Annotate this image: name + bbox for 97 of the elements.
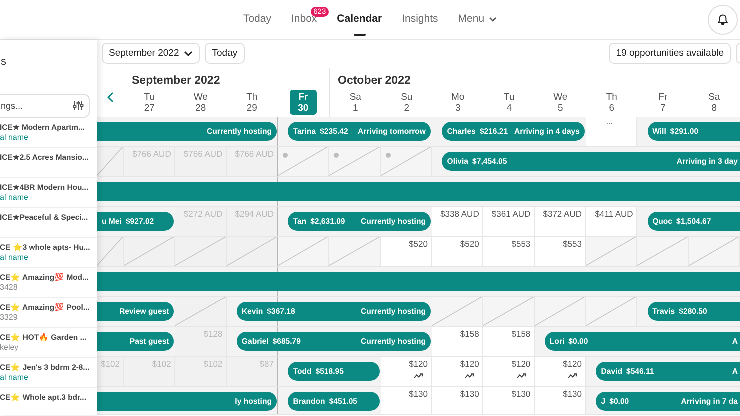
more-label[interactable]: ...: [606, 119, 613, 125]
day-cell[interactable]: $130: [534, 387, 586, 414]
blocked-day-cell[interactable]: [483, 297, 535, 326]
price-label[interactable]: $411 AUD: [595, 209, 634, 220]
price-label[interactable]: $158: [512, 329, 531, 340]
day-cell[interactable]: $158: [483, 327, 535, 356]
listing-subtitle: keley: [0, 343, 19, 353]
price-label[interactable]: $130: [512, 389, 531, 400]
price-label[interactable]: $130: [563, 389, 582, 400]
price-label[interactable]: $520: [409, 239, 428, 250]
blocked-day-cell[interactable]: [329, 237, 381, 266]
blocked-day-cell[interactable]: [226, 237, 278, 266]
filter-icon[interactable]: [73, 100, 84, 111]
month-label: September 2022: [131, 74, 222, 89]
bell-icon: [717, 14, 729, 26]
blocked-day-cell[interactable]: [175, 297, 227, 326]
price-label[interactable]: $130: [460, 389, 480, 400]
day-cell[interactable]: $158: [432, 327, 484, 356]
blocked-day-cell[interactable]: [432, 297, 484, 326]
price-label[interactable]: $130: [409, 389, 428, 400]
dot-icon: [386, 153, 391, 158]
day-header[interactable]: Sa 1: [330, 90, 382, 117]
listing-link[interactable]: al name: [0, 373, 28, 383]
blocked-day-cell[interactable]: [534, 297, 586, 326]
day-cell[interactable]: $120: [432, 357, 484, 386]
dot-icon: [334, 153, 340, 158]
blocked-day-cell[interactable]: [97, 147, 124, 176]
day-cell[interactable]: $553: [483, 237, 535, 266]
price-label[interactable]: $553: [563, 239, 582, 250]
notifications-button[interactable]: [708, 4, 738, 34]
day-header[interactable]: Fr 7: [638, 90, 689, 117]
nav-tab[interactable]: Today: [243, 6, 272, 34]
listing-subtitle: 3428: [0, 283, 18, 293]
price-label[interactable]: $361 AUD: [492, 209, 531, 220]
nav-tab[interactable]: Calendar: [337, 6, 382, 34]
day-cell[interactable]: $130: [483, 387, 535, 414]
day-header[interactable]: Fr 30: [290, 90, 317, 115]
opportunities-button[interactable]: 19 opportunities available: [609, 43, 731, 64]
month-select[interactable]: September 2022: [102, 43, 200, 64]
day-header[interactable]: Su 2: [381, 90, 432, 117]
nav-tab[interactable]: Menu: [458, 6, 497, 34]
price-label[interactable]: $120: [460, 359, 480, 370]
day-cell[interactable]: $520: [432, 237, 484, 266]
listing-subtitle: 3329: [0, 313, 18, 323]
day-cell[interactable]: $553: [534, 237, 586, 266]
day-header[interactable]: Tu 27: [124, 90, 176, 117]
blocked-day-cell[interactable]: [637, 237, 689, 266]
blocked-day-cell[interactable]: [278, 147, 330, 176]
day-header[interactable]: Th 29: [226, 90, 278, 117]
blocked-day-cell[interactable]: [175, 237, 227, 266]
day-cell[interactable]: $361 AUD: [483, 207, 535, 236]
listing-link[interactable]: al name: [0, 133, 28, 143]
price-label[interactable]: $553: [512, 239, 531, 250]
listing-link[interactable]: al name: [0, 253, 28, 263]
blocked-day-cell[interactable]: [586, 297, 638, 326]
day-cell[interactable]: $372 AUD: [534, 207, 586, 236]
day-header[interactable]: Tu 4: [484, 90, 535, 117]
price-label[interactable]: $120: [563, 359, 582, 370]
blocked-day-cell[interactable]: [329, 147, 381, 176]
price-label[interactable]: $338 AUD: [440, 209, 480, 220]
month-label: October 2022: [337, 74, 412, 89]
day-header[interactable]: We 5: [535, 90, 586, 117]
chevron-left-icon: [107, 92, 114, 103]
day-header[interactable]: We 28: [175, 90, 226, 117]
day-cell[interactable]: $411 AUD: [586, 207, 638, 236]
day-header[interactable]: Th 6: [586, 90, 638, 117]
price-label[interactable]: $120: [512, 359, 531, 370]
price-label[interactable]: $372 AUD: [543, 209, 582, 220]
blocked-day-cell[interactable]: [97, 237, 124, 266]
blocked-day-cell[interactable]: [688, 237, 740, 266]
booking-bar[interactable]: [97, 182, 740, 201]
price-label[interactable]: $520: [460, 239, 480, 250]
blocked-day-cell[interactable]: [380, 147, 432, 176]
day-cell[interactable]: $130: [432, 387, 484, 414]
listing-link[interactable]: al name: [0, 193, 28, 203]
chevron-down-icon: [184, 50, 194, 57]
nav-tab[interactable]: Insights: [402, 6, 438, 34]
day-header[interactable]: Sa 8: [688, 90, 740, 117]
day-cell[interactable]: $120: [534, 357, 586, 386]
blocked-day-cell[interactable]: [586, 237, 638, 266]
day-cell[interactable]: $338 AUD: [432, 207, 484, 236]
blocked-day-cell[interactable]: [278, 237, 330, 266]
blocked-day-cell[interactable]: [124, 237, 176, 266]
price-label[interactable]: $120: [409, 359, 428, 370]
day-cell[interactable]: $130: [380, 387, 432, 414]
day-cell[interactable]: $520: [380, 237, 432, 266]
today-button[interactable]: Today: [205, 43, 245, 64]
search-field[interactable]: ngs...: [0, 94, 90, 118]
sidebar-heading: s: [1, 55, 6, 70]
day-cell[interactable]: $120: [483, 357, 535, 386]
booking-bar[interactable]: [97, 272, 740, 291]
day-cell[interactable]: $120: [380, 357, 432, 386]
chevron-down-icon: [488, 17, 497, 22]
day-header[interactable]: Mo 3: [432, 90, 484, 117]
day-cell[interactable]: ...: [586, 117, 638, 146]
dot-icon: [282, 153, 288, 158]
price-label[interactable]: $158: [460, 329, 480, 340]
